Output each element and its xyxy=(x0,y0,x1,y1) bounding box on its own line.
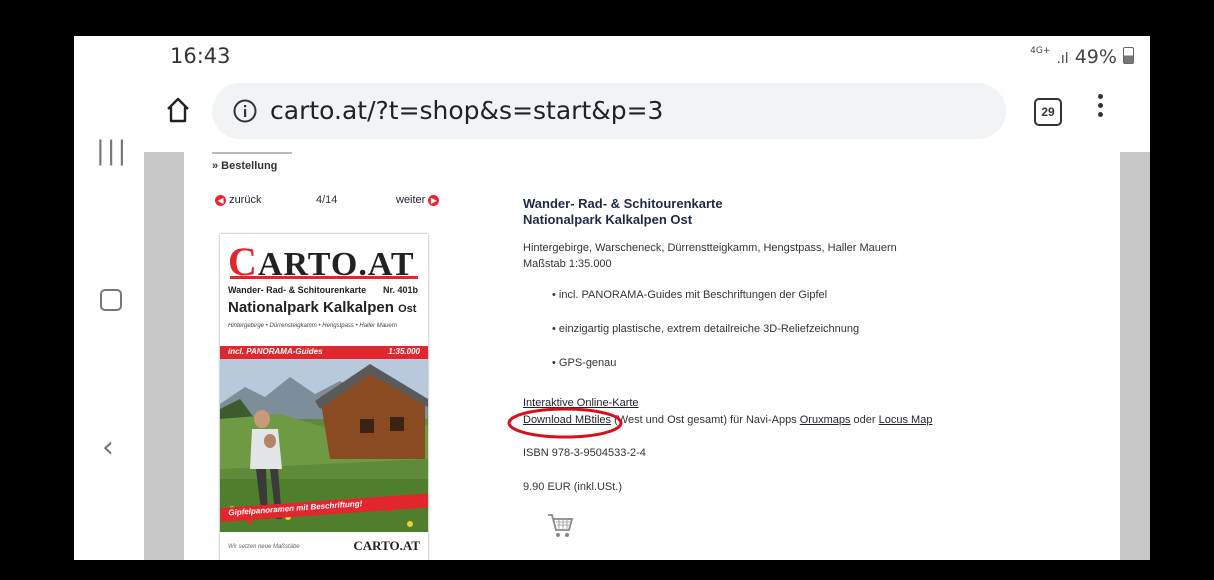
cover-band-right: 1:35.000 xyxy=(388,347,420,356)
next-link[interactable]: weiter xyxy=(396,194,425,206)
status-indicators: 4G+ .ıl 49% xyxy=(1030,46,1134,68)
browser-toolbar: carto.at/?t=shop&s=start&p=3 29 xyxy=(144,76,1150,153)
truncated-link-remnant xyxy=(212,152,292,154)
home-icon[interactable] xyxy=(100,289,122,311)
brand-underline xyxy=(230,276,418,279)
recent-apps-icon[interactable]: ||| xyxy=(96,136,128,166)
product-title-line1: Wander- Rad- & Schitourenkarte xyxy=(523,196,723,211)
back-link[interactable]: zurück xyxy=(229,194,261,206)
cover-band-left: incl. PANORAMA-Guides xyxy=(228,347,323,356)
status-bar: 16:43 4G+ .ıl 49% xyxy=(144,36,1150,76)
pager-next[interactable]: weiter ▶ xyxy=(396,194,440,206)
url-text[interactable]: carto.at/?t=shop&s=start&p=3 xyxy=(270,96,663,125)
android-nav-bar: ||| ‹ xyxy=(74,36,144,560)
address-bar[interactable]: carto.at/?t=shop&s=start&p=3 xyxy=(212,83,1006,139)
product-title-line2: Nationalpark Kalkalpen Ost xyxy=(523,212,693,227)
cover-series: Wander- Rad- & Schitourenkarte xyxy=(228,285,367,295)
breadcrumb[interactable]: » Bestellung xyxy=(212,160,277,172)
phone-screen: ||| ‹ 16:43 4G+ .ıl 49% carto.at/?t=shop… xyxy=(74,36,1150,560)
cover-footer-left: Wir setzen neue Maßstäbe xyxy=(228,544,300,550)
feature-list-item: • GPS-genau xyxy=(552,357,617,369)
price: 9.90 EUR (inkl.USt.) xyxy=(523,481,623,493)
battery-level: 49% xyxy=(1074,46,1117,68)
map-cover-image[interactable]: CARTO.AT Wander- Rad- & Schitourenkarte … xyxy=(220,234,428,560)
page-content: » Bestellung ◀ zurück 4/14 weiter ▶ CART… xyxy=(184,152,1120,560)
arrow-left-icon: ◀ xyxy=(215,194,226,206)
pager-position: 4/14 xyxy=(316,194,338,206)
feature-list-item: • incl. PANORAMA-Guides mit Beschriftung… xyxy=(552,289,828,301)
photo-person-head xyxy=(254,410,270,428)
cover-footer: Wir setzen neue Maßstäbe CARTO.AT xyxy=(220,532,428,560)
photo-window-2 xyxy=(390,417,404,431)
menu-icon[interactable] xyxy=(1098,94,1104,117)
cover-band: incl. PANORAMA-Guides 1:35.000 xyxy=(220,346,428,359)
back-icon[interactable]: ‹ xyxy=(102,430,114,465)
battery-icon xyxy=(1123,47,1134,64)
locus-map-link[interactable]: Locus Map xyxy=(879,414,933,426)
tab-switcher-button[interactable]: 29 xyxy=(1034,98,1062,126)
annotation-circle xyxy=(507,407,623,439)
arrow-right-icon: ▶ xyxy=(428,194,440,206)
feature-list-item: • einzigartig plastische, extrem detailr… xyxy=(552,323,860,335)
photo-window xyxy=(360,419,374,433)
status-time: 16:43 xyxy=(170,44,231,68)
cover-title: Nationalpark Kalkalpen Ost xyxy=(228,299,417,316)
cover-number: Nr. 401b xyxy=(382,285,418,295)
shopping-cart-icon[interactable] xyxy=(545,510,575,540)
product-scale: Maßstab 1:35.000 xyxy=(523,258,612,270)
product-regions: Hintergebirge, Warscheneck, Dürrenstteig… xyxy=(523,242,897,254)
pager-back[interactable]: ◀ zurück xyxy=(215,194,261,206)
isbn: ISBN 978-3-9504533-2-4 xyxy=(523,447,646,459)
oruxmaps-link[interactable]: Oruxmaps xyxy=(800,414,851,426)
home-button-icon[interactable] xyxy=(164,96,192,124)
network-type: 4G+ xyxy=(1030,46,1051,56)
cover-footer-brand: CARTO.AT xyxy=(353,538,420,553)
signal-icon: .ıl xyxy=(1056,51,1069,67)
photo-person-body xyxy=(250,429,282,469)
info-icon[interactable] xyxy=(232,98,258,124)
web-page: » Bestellung ◀ zurück 4/14 weiter ▶ CART… xyxy=(144,152,1150,560)
cover-places: Hintergebirge • Dürrensteigkamm • Hengst… xyxy=(228,323,398,329)
